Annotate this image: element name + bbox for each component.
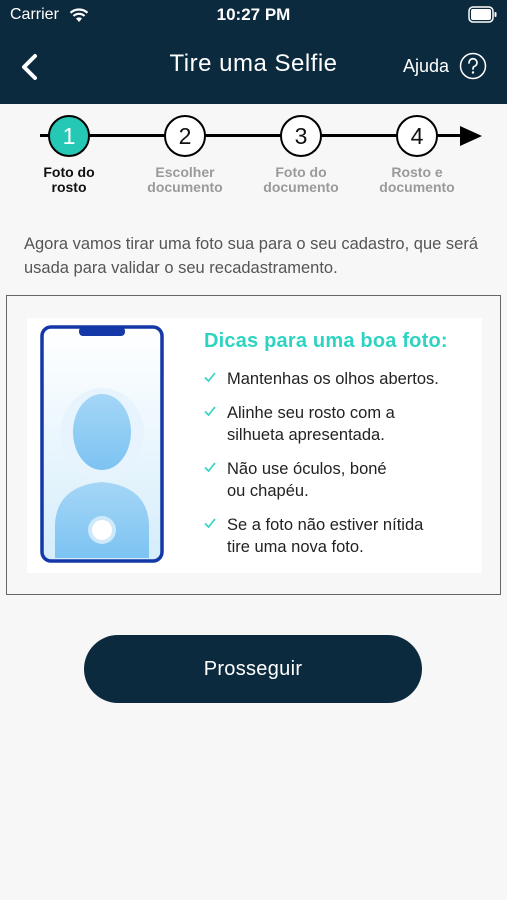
tip-text: Alinhe seu rosto com a	[227, 404, 395, 422]
step-1-label-line2: rosto	[51, 179, 87, 195]
tips-title: Dicas para uma boa foto:	[204, 330, 448, 352]
check-icon	[204, 406, 216, 417]
help-button[interactable]: Ajuda	[403, 50, 487, 82]
step-3-circle: 3	[280, 115, 322, 157]
step-4-label: Rosto e documento	[357, 165, 477, 195]
step-1-circle: 1	[48, 115, 90, 157]
step-3-label-line2: documento	[263, 179, 339, 195]
step-1-label-line1: Foto do	[43, 164, 95, 180]
battery-icon	[468, 6, 497, 23]
tip-text: ou chapéu.	[227, 482, 309, 500]
step-4-label-line1: Rosto e	[391, 164, 443, 180]
help-label: Ajuda	[403, 55, 450, 76]
check-icon	[204, 462, 216, 473]
app-header: Carrier 10:27 PM Tire uma Selfie Ajuda	[0, 0, 507, 104]
step-2-circle: 2	[164, 115, 206, 157]
check-icon	[204, 372, 216, 383]
tip-text: tire uma nova foto.	[227, 538, 364, 556]
tip-text: Não use óculos, boné	[227, 460, 387, 478]
step-2-label: Escolher documento	[125, 165, 245, 195]
proceed-button[interactable]: Prosseguir	[84, 635, 422, 703]
step-1-label: Foto do rosto	[9, 165, 129, 195]
step-4-circle: 4	[396, 115, 438, 157]
tip-item: Mantenhas os olhos abertos.	[203, 368, 463, 390]
check-icon	[204, 518, 216, 529]
tip-text: Mantenhas os olhos abertos.	[227, 370, 439, 388]
stepper-arrow-icon	[460, 126, 482, 146]
step-2-label-line2: documento	[147, 179, 223, 195]
step-4-label-line2: documento	[379, 179, 455, 195]
tip-item: Se a foto não estiver nítida tire uma no…	[203, 514, 463, 558]
tip-text: Se a foto não estiver nítida	[227, 516, 424, 534]
step-2-label-line1: Escolher	[155, 164, 215, 180]
help-question-icon	[459, 52, 487, 80]
intro-text: Agora vamos tirar uma foto sua para o se…	[24, 235, 478, 277]
status-bar: Carrier 10:27 PM	[0, 0, 507, 32]
tip-item: Não use óculos, boné ou chapéu.	[203, 458, 463, 502]
tip-text: silhueta apresentada.	[227, 426, 385, 444]
tips-content: Dicas para uma boa foto: Mantenhas os ol…	[27, 318, 482, 573]
selfie-phone-illustration	[40, 325, 164, 563]
step-3-label-line1: Foto do	[275, 164, 327, 180]
tip-item: Alinhe seu rosto com a silhueta apresent…	[203, 402, 463, 446]
step-3-label: Foto do documento	[241, 165, 361, 195]
tips-card: Dicas para uma boa foto: Mantenhas os ol…	[6, 295, 501, 595]
status-time: 10:27 PM	[216, 5, 291, 24]
